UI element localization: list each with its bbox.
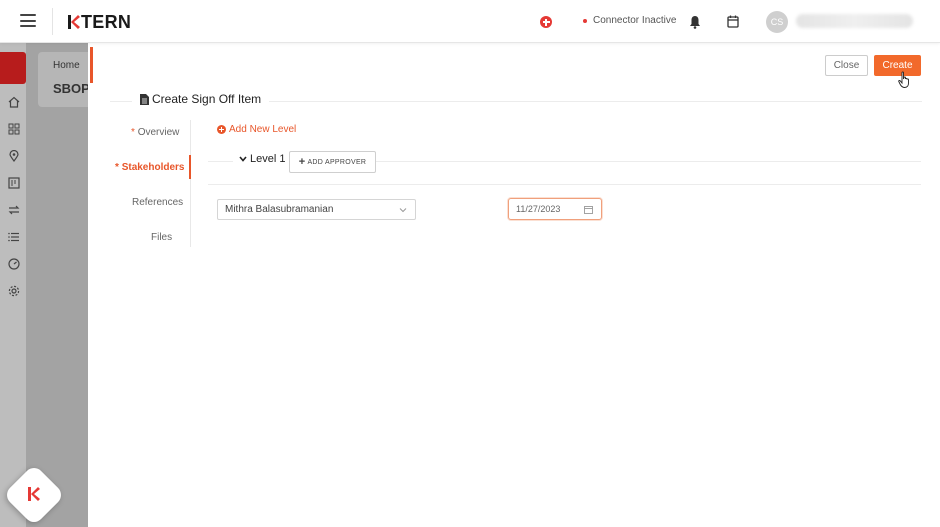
add-approver-button[interactable]: + ADD APPROVER (289, 151, 376, 173)
grid-icon[interactable] (8, 123, 20, 135)
add-icon[interactable] (540, 16, 552, 28)
menu-icon[interactable] (20, 14, 36, 27)
calendar-icon[interactable] (727, 15, 739, 28)
breadcrumb-home[interactable]: Home (53, 60, 80, 71)
due-date-value: 11/27/2023 (516, 204, 561, 214)
k-logo-icon (68, 15, 80, 29)
location-icon[interactable] (8, 150, 20, 162)
list-icon[interactable] (8, 231, 20, 243)
level-toggle[interactable]: Level 1 (233, 153, 292, 165)
calendar-icon[interactable] (584, 205, 593, 214)
row-divider (208, 184, 921, 185)
nav-references[interactable]: References (132, 197, 183, 208)
rail-active-item[interactable] (0, 52, 26, 84)
document-icon (140, 93, 149, 105)
k-logo-icon (28, 487, 40, 501)
connector-status-label: Connector Inactive (593, 15, 677, 26)
panel-accent (90, 47, 93, 83)
nav-stakeholders-label: Stakeholders (121, 162, 185, 173)
approver-select[interactable]: Mithra Balasubramanian (217, 199, 416, 220)
avatar[interactable]: CS (766, 11, 788, 33)
add-new-level-link[interactable]: Add New Level (217, 124, 296, 135)
connector-status[interactable]: Connector Inactive (583, 15, 676, 26)
status-dot-icon (583, 18, 587, 23)
top-bar: TERN Connector Inactive CS (0, 0, 940, 43)
section-nav-active-bar (189, 155, 191, 179)
nav-overview[interactable]: * Overview (131, 127, 179, 138)
create-sign-off-panel (88, 43, 940, 527)
home-icon[interactable] (8, 96, 20, 108)
chevron-down-icon (239, 156, 247, 162)
approver-select-value: Mithra Balasubramanian (225, 204, 334, 215)
plus-icon: + (298, 156, 306, 168)
hand-cursor-icon (898, 71, 909, 88)
bell-icon[interactable] (689, 15, 701, 29)
close-button[interactable]: Close (825, 55, 868, 76)
add-approver-label: ADD APPROVER (307, 158, 367, 166)
dimmed-backdrop[interactable] (26, 43, 88, 527)
logo-text: TERN (81, 11, 132, 32)
divider (52, 8, 53, 35)
chevron-down-icon (399, 208, 407, 213)
user-name-blurred[interactable] (796, 14, 913, 28)
settings-icon[interactable] (8, 285, 20, 297)
plus-circle-icon (217, 125, 226, 134)
required-marker: * (131, 127, 135, 138)
required-marker: * (115, 162, 119, 173)
nav-files[interactable]: Files (151, 232, 172, 243)
ktern-logo[interactable]: TERN (67, 12, 131, 32)
dashboard-icon[interactable] (8, 258, 20, 270)
add-new-level-label: Add New Level (229, 124, 297, 135)
board-icon[interactable] (8, 177, 20, 189)
transfer-icon[interactable] (8, 204, 20, 216)
page-title: SBOP (53, 81, 88, 96)
nav-overview-label: Overview (137, 127, 180, 138)
due-date-field[interactable]: 11/27/2023 (508, 198, 602, 220)
form-title-text: Create Sign Off Item (152, 92, 262, 106)
form-title: Create Sign Off Item (132, 92, 270, 106)
nav-stakeholders[interactable]: * Stakeholders (115, 162, 185, 173)
level-label-text: Level 1 (250, 153, 286, 165)
section-nav-border (190, 120, 191, 247)
